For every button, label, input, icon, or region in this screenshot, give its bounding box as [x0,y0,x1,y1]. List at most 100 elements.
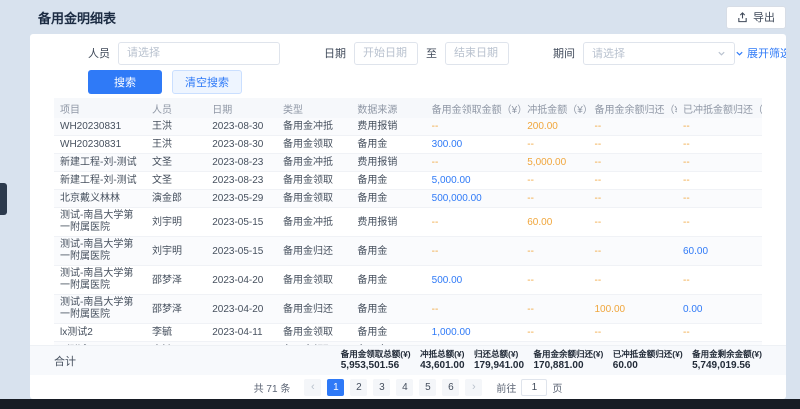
cell-date: 2023-08-23 [206,172,277,190]
pager-prev-button[interactable]: ‹ [304,379,321,396]
cell-source: 备用金 [351,190,425,208]
cell-offset: 5,000.00 [521,154,588,172]
cell-balance_return: -- [588,324,677,342]
date-separator: 至 [426,45,437,61]
period-select[interactable]: 请选择 [583,42,735,65]
cell-amount: -- [426,295,522,324]
page-button-2[interactable]: 2 [350,379,367,396]
cell-date: 2023-05-15 [206,208,277,237]
cell-date: 2023-08-23 [206,154,277,172]
topbar: 备用金明细表 导出 [30,0,786,34]
summary-stat-label: 冲抵总额(¥) [420,349,465,359]
export-icon [737,12,748,23]
cell-date: 2023-04-11 [206,324,277,342]
cell-project: 新建工程-刘-测试 [54,154,146,172]
clear-search-button[interactable]: 清空搜索 [172,70,242,94]
cell-amount: -- [426,154,522,172]
cell-offset_return: -- [677,172,762,190]
summary-stat-value: 5,749,019.56 [692,360,762,372]
cell-date: 2023-08-30 [206,136,277,154]
cell-balance_return: -- [588,266,677,295]
summary-stat-value: 179,941.00 [474,360,524,372]
page-button-3[interactable]: 3 [373,379,390,396]
cell-type: 备用金冲抵 [277,208,351,237]
cell-offset: -- [521,266,588,295]
cell-amount: -- [426,237,522,266]
cell-offset_return: -- [677,266,762,295]
goto-label: 前往 [496,380,516,395]
pager-next-button[interactable]: › [465,379,482,396]
cell-offset: -- [521,237,588,266]
cell-amount: 500.00 [426,266,522,295]
export-button[interactable]: 导出 [726,6,786,29]
cell-offset: -- [521,295,588,324]
cell-balance_return: -- [588,190,677,208]
sidebar-handle[interactable] [0,183,7,215]
cell-type: 备用金领取 [277,136,351,154]
date-label: 日期 [324,45,346,61]
cell-amount: 5,000.00 [426,172,522,190]
summary-stat-value: 170,881.00 [533,360,603,372]
date-end-input[interactable] [445,42,509,65]
summary-stat: 已冲抵金额归还(¥)60.00 [613,349,683,372]
cell-project: 测试-南昌大学第一附属医院 [54,237,146,266]
cell-date: 2023-05-15 [206,237,277,266]
person-input[interactable] [118,42,280,65]
summary-stats: 备用金领取总额(¥)5,953,501.56 冲抵总额(¥)43,601.00 归还… [341,349,762,372]
cell-date: 2023-04-20 [206,266,277,295]
page-button-5[interactable]: 5 [419,379,436,396]
cell-amount: 1,000.00 [426,324,522,342]
summary-total-label: 合计 [54,353,76,369]
cell-amount: 500,000.00 [426,190,522,208]
search-button[interactable]: 搜索 [88,70,162,94]
table-row: WH20230831王洪2023-08-30备用金冲抵费用报销--200.00-… [54,118,762,136]
cell-type: 备用金归还 [277,295,351,324]
cell-person: 文圣 [146,172,206,190]
table-row: lx测试2李毓2023-04-11备用金领取备用金1,000.00------ [54,324,762,342]
screen: 备用金明细表 导出 人员 日期 至 [0,0,800,409]
cell-balance_return: -- [588,208,677,237]
column-header-amount: 备用金领取金额（¥） [426,98,522,118]
filter-bar: 人员 日期 至 期间 请选择 [30,34,786,92]
cell-offset: 200.00 [521,118,588,136]
column-header-offset: 冲抵金额（¥） [521,98,588,118]
cell-offset_return: -- [677,324,762,342]
summary-stat: 备用金领取总额(¥)5,953,501.56 [341,349,411,372]
summary-stat-value: 43,601.00 [420,360,465,372]
page-button-6[interactable]: 6 [442,379,459,396]
cell-project: 测试-南昌大学第一附属医院 [54,266,146,295]
expand-filters-link[interactable]: 展开筛选 [735,45,786,61]
cell-project: lx测试2 [54,324,146,342]
pagination: 共 71 条 ‹ 123456 › 前往 页 [30,375,786,399]
cell-project: WH20230831 [54,118,146,136]
period-filter: 期间 请选择 [553,42,735,65]
cell-balance_return: -- [588,118,677,136]
chevron-down-icon [735,49,744,58]
table-row: 新建工程-刘-测试文圣2023-08-23备用金冲抵费用报销--5,000.00… [54,154,762,172]
summary-stat-label: 备用金余额归还(¥) [533,349,603,359]
cell-person: 演金郎 [146,190,206,208]
page-button-4[interactable]: 4 [396,379,413,396]
page-button-1[interactable]: 1 [327,379,344,396]
cell-balance_return: -- [588,136,677,154]
cell-person: 王洪 [146,136,206,154]
period-label: 期间 [553,45,575,61]
cell-date: 2023-04-20 [206,295,277,324]
cell-balance_return: -- [588,172,677,190]
cell-source: 费用报销 [351,208,425,237]
cell-type: 备用金领取 [277,172,351,190]
goto-suffix: 页 [552,380,562,395]
cell-offset: -- [521,136,588,154]
pager-pages: 123456 [327,379,459,396]
goto-page-input[interactable] [521,379,547,396]
cell-person: 文圣 [146,154,206,172]
column-header-offset-return: 已冲抵金额归还（¥） [677,98,762,118]
cell-offset: -- [521,172,588,190]
cell-type: 备用金冲抵 [277,118,351,136]
table-row: 测试-南昌大学第一附属医院刘宇明2023-05-15备用金归还备用金------… [54,237,762,266]
date-start-input[interactable] [354,42,418,65]
export-label: 导出 [753,9,775,25]
cell-project: WH20230831 [54,136,146,154]
cell-source: 备用金 [351,172,425,190]
summary-stat-label: 归还总额(¥) [474,349,524,359]
